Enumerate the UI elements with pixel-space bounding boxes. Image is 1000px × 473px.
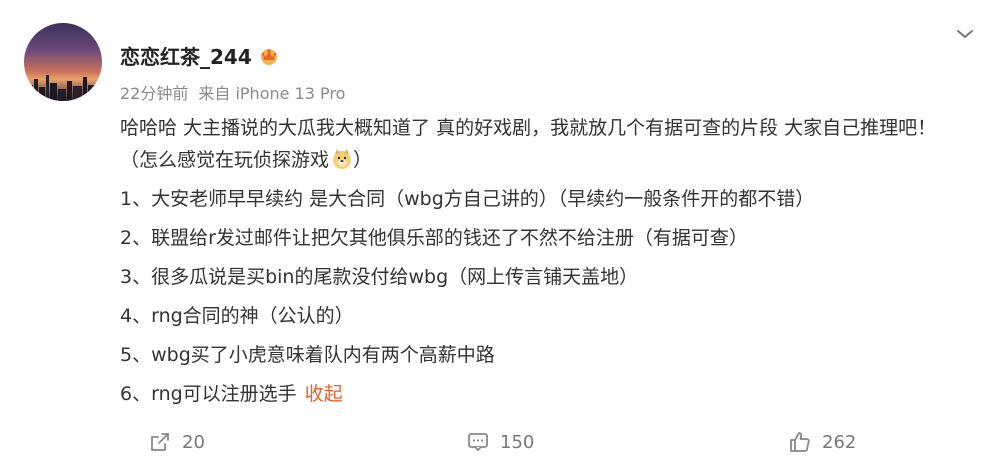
like-count: 262 — [822, 431, 857, 453]
list-item: 1、大安老师早早续约 是大合同（wbg方自己讲的）（早续约一般条件开的都不错） — [120, 188, 815, 210]
like-button[interactable]: 262 — [788, 430, 856, 454]
action-bar: 20 150 262 — [0, 430, 1000, 460]
list-item: 4、rng合同的神（公认的） — [120, 305, 354, 327]
post-source: 来自 iPhone 13 Pro — [198, 84, 346, 103]
repost-count: 20 — [182, 431, 205, 453]
list-item-last: 6、rng可以注册选手 收起 — [120, 378, 970, 410]
comment-count: 150 — [500, 431, 535, 453]
list-item: 5、wbg买了小虎意味着队内有两个高薪中路 — [120, 344, 495, 366]
repost-button[interactable]: 20 — [148, 430, 205, 454]
weibo-post: 恋恋红茶_244 22分钟前 来自 iPhone 13 Pro 哈哈哈 大主播说… — [0, 0, 1000, 473]
post-content: 哈哈哈 大主播说的大瓜我大概知道了 真的好戏剧，我就放几个有据可查的片段 大家自… — [120, 112, 970, 410]
comment-icon — [468, 433, 488, 451]
comment-button[interactable]: 150 — [466, 430, 534, 454]
post-meta: 22分钟前 来自 iPhone 13 Pro — [120, 80, 345, 104]
list-item: 3、很多瓜说是买bin的尾款没付给wbg（网上传言铺天盖地） — [120, 266, 639, 288]
username-row: 恋恋红茶_244 — [120, 41, 280, 70]
doge-emoji-icon — [333, 149, 352, 169]
post-intro-text: 哈哈哈 大主播说的大瓜我大概知道了 真的好戏剧，我就放几个有据可查的片段 大家自… — [120, 117, 937, 171]
username[interactable]: 恋恋红茶_244 — [120, 41, 252, 70]
post-intro-close: ） — [353, 149, 373, 171]
chevron-down-icon[interactable] — [956, 28, 974, 40]
list-item-text: 6、rng可以注册选手 — [120, 383, 297, 405]
avatar-skyline-image — [28, 75, 98, 101]
crown-badge-icon[interactable] — [258, 45, 280, 67]
repost-icon — [151, 433, 169, 451]
post-time: 22分钟前 — [120, 84, 189, 103]
list-item: 2、联盟给r发过邮件让把欠其他俱乐部的钱还了不然不给注册（有据可查） — [120, 227, 748, 249]
thumbs-up-icon — [790, 432, 810, 452]
avatar[interactable] — [24, 23, 102, 101]
collapse-link[interactable]: 收起 — [305, 383, 343, 405]
post-intro: 哈哈哈 大主播说的大瓜我大概知道了 真的好戏剧，我就放几个有据可查的片段 大家自… — [120, 112, 970, 176]
